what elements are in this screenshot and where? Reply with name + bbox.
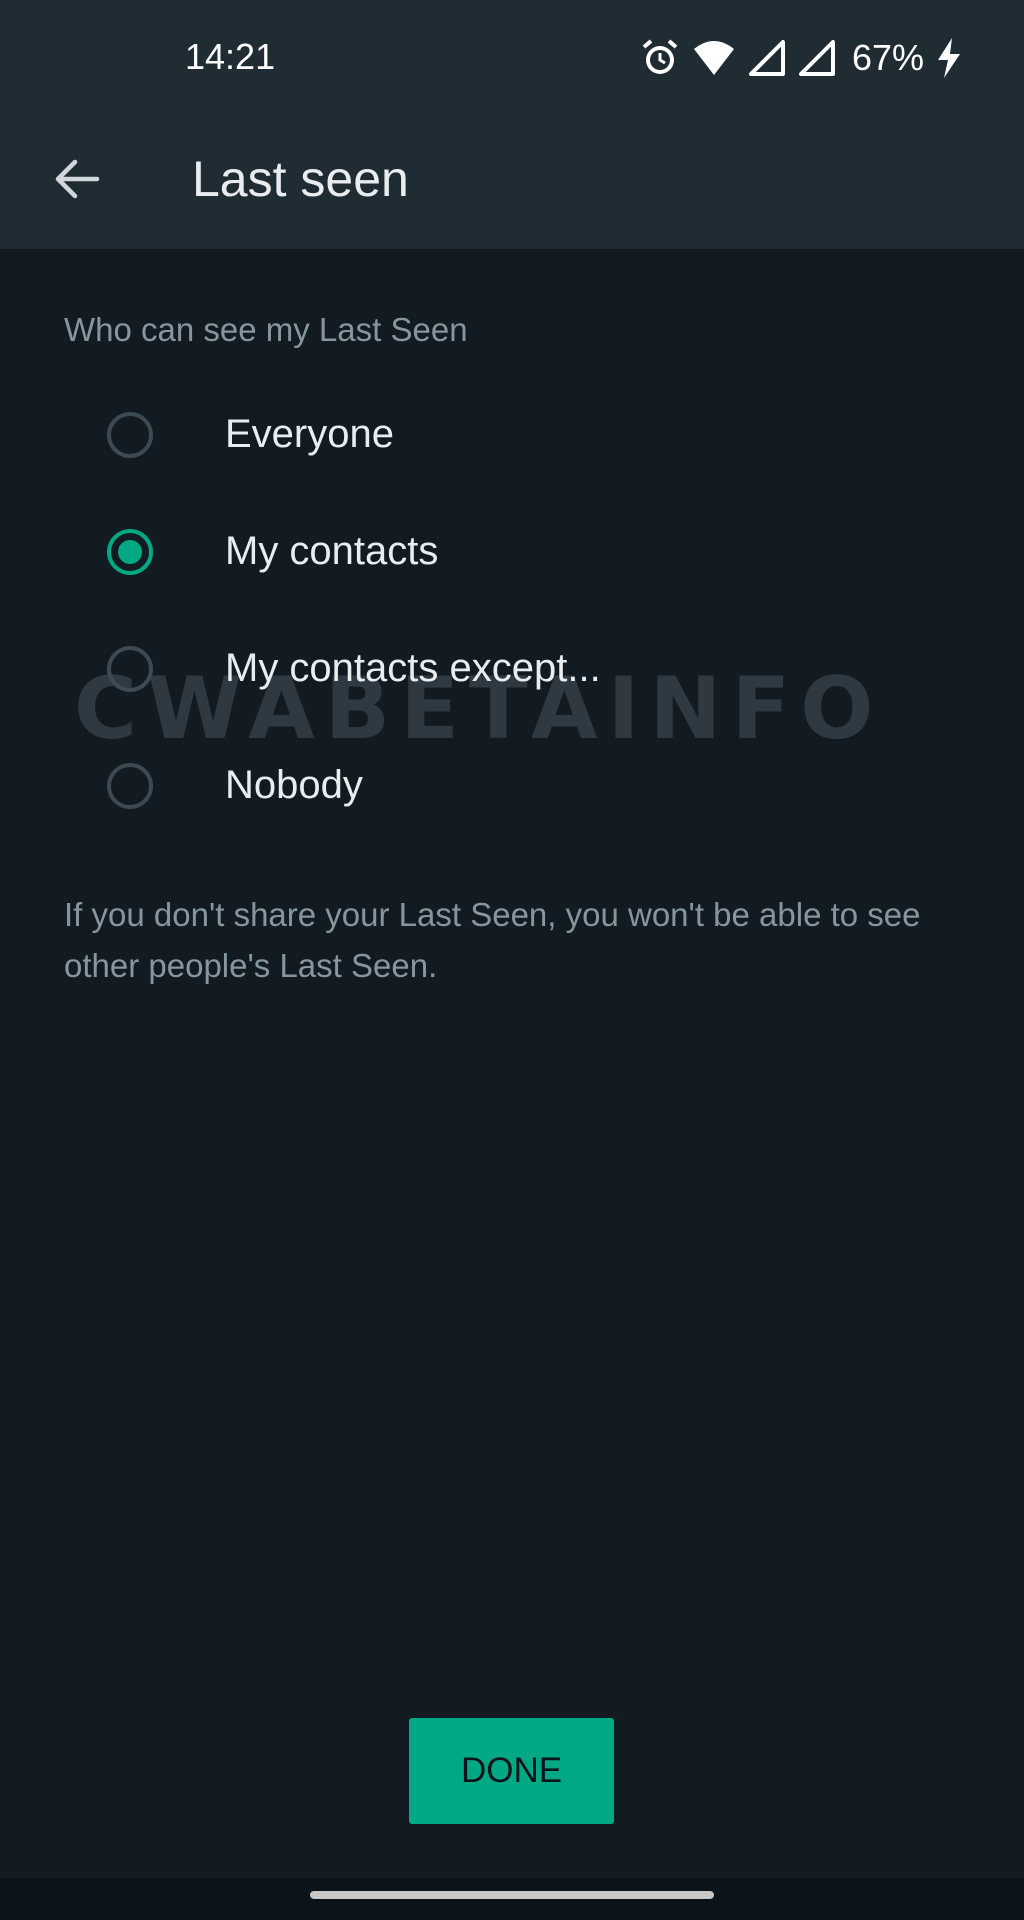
battery-percentage: 67% — [851, 37, 924, 78]
signal-icon — [748, 40, 785, 76]
option-label: Nobody — [225, 763, 363, 807]
wifi-icon — [693, 41, 734, 75]
arrow-left-icon — [55, 159, 100, 199]
option-my-contacts-except[interactable]: My contacts except... — [0, 610, 1024, 727]
option-my-contacts[interactable]: My contacts — [0, 493, 1024, 610]
back-button[interactable] — [44, 146, 110, 212]
app-bar: Last seen — [0, 110, 1024, 249]
radio-button-selected[interactable] — [107, 528, 153, 575]
page-title: Last seen — [192, 151, 409, 207]
section-header: Who can see my Last Seen — [64, 311, 468, 348]
radio-button[interactable] — [107, 411, 153, 458]
status-bar: 14:21 67% — [0, 0, 1024, 110]
option-nobody[interactable]: Nobody — [0, 727, 1024, 844]
radio-button[interactable] — [107, 762, 153, 809]
charging-bolt-icon — [938, 38, 960, 78]
radio-button[interactable] — [107, 645, 153, 692]
option-everyone[interactable]: Everyone — [0, 376, 1024, 493]
navigation-bar — [0, 1878, 1024, 1920]
option-label: Everyone — [225, 412, 394, 456]
status-time: 14:21 — [185, 36, 276, 77]
alarm-icon — [642, 39, 678, 74]
footnote: If you don't share your Last Seen, you w… — [64, 896, 921, 984]
home-gesture-handle[interactable] — [310, 1891, 714, 1899]
option-label: My contacts except... — [225, 646, 601, 690]
done-button[interactable]: DONE — [409, 1718, 614, 1824]
signal-icon — [798, 40, 835, 76]
status-icons: 67% — [640, 36, 962, 80]
option-label: My contacts — [225, 529, 439, 573]
